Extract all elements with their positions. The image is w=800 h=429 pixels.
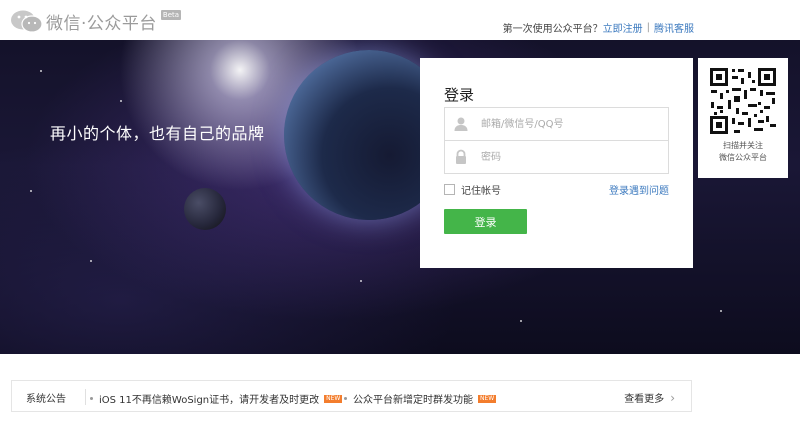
qr-code-icon (708, 66, 778, 136)
account-input[interactable] (481, 114, 661, 134)
beta-badge: Beta (160, 10, 182, 20)
first-time-text: 第一次使用公众平台？ (502, 24, 603, 35)
login-button[interactable]: 登录 (444, 209, 527, 234)
user-icon (453, 116, 469, 132)
login-title: 登录 (444, 86, 475, 104)
password-input[interactable] (481, 147, 661, 167)
header-links: 第一次使用公众平台？ 立即注册 | 腾讯客服 (503, 20, 694, 35)
notice-divider (85, 389, 86, 405)
qr-caption-line1: 扫描并关注 (723, 141, 763, 150)
notice-item[interactable]: iOS 11不再信赖WoSign证书，请开发者及时更改 NEW (90, 391, 343, 406)
slogan: 再小的个体，也有自己的品牌 (50, 124, 265, 143)
register-link[interactable]: 立即注册 (603, 20, 643, 35)
top-header: 微信·公众平台 Beta 第一次使用公众平台？ 立即注册 | 腾讯客服 (0, 0, 800, 40)
notice-label: 系统公告 (26, 394, 66, 405)
chevron-right-icon: › (670, 390, 675, 405)
lock-icon (453, 149, 469, 165)
view-more-link[interactable]: 查看更多 › (624, 390, 675, 406)
login-panel: 登录 记住帐号 登录遇到问题 登录 (420, 58, 693, 268)
notice-item-text[interactable]: 公众平台新增定时群发功能 (353, 391, 473, 406)
remember-label: 记住帐号 (461, 186, 501, 197)
password-field[interactable] (444, 140, 669, 174)
remember-account[interactable]: 记住帐号 (444, 182, 501, 197)
bullet-icon (90, 397, 93, 400)
login-problem-link[interactable]: 登录遇到问题 (609, 182, 669, 197)
link-separator: | (646, 22, 650, 33)
wechat-logo-icon (10, 9, 44, 33)
bullet-icon (344, 397, 347, 400)
new-badge: NEW (478, 394, 497, 403)
moon-image (184, 188, 226, 230)
logo-text: 微信·公众平台 (46, 13, 157, 34)
system-notice-bar: 系统公告 iOS 11不再信赖WoSign证书，请开发者及时更改 NEW 公众平… (11, 380, 692, 412)
logo[interactable]: 微信·公众平台 Beta (10, 8, 182, 34)
qr-caption: 扫描并关注 微信公众平台 (698, 140, 788, 164)
account-field[interactable] (444, 107, 669, 141)
remember-checkbox[interactable] (444, 184, 455, 195)
notice-item-text[interactable]: iOS 11不再信赖WoSign证书，请开发者及时更改 (99, 391, 319, 406)
view-more-label[interactable]: 查看更多 (624, 390, 664, 405)
support-link[interactable]: 腾讯客服 (654, 20, 694, 35)
qr-panel: 扫描并关注 微信公众平台 (698, 58, 788, 178)
notice-item[interactable]: 公众平台新增定时群发功能 NEW (344, 391, 497, 406)
qr-caption-line2: 微信公众平台 (719, 153, 767, 162)
new-badge: NEW (324, 394, 343, 403)
